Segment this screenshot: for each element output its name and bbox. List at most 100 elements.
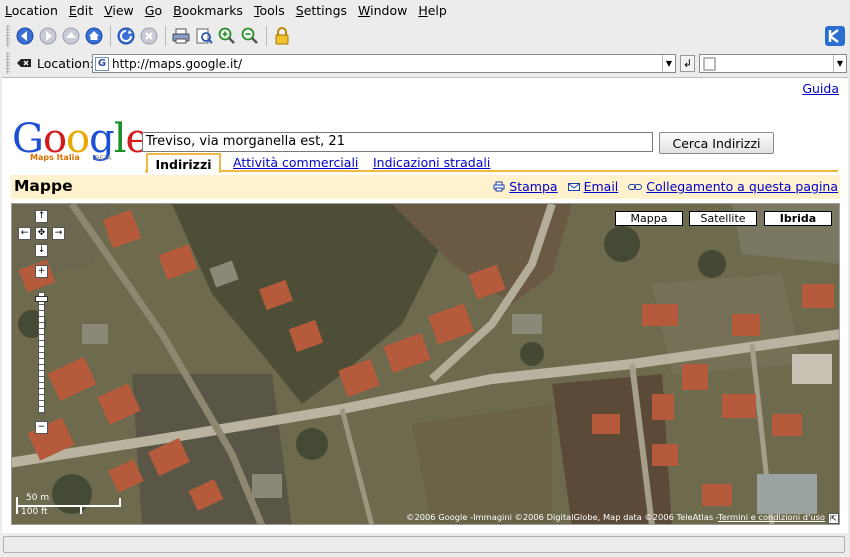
menu-help[interactable]: Help	[413, 0, 453, 22]
tab-addresses[interactable]: Indirizzi	[146, 153, 221, 173]
menu-bookmarks[interactable]: Bookmarks	[168, 0, 249, 22]
clear-location-icon[interactable]	[16, 56, 32, 70]
arrow-up-icon: ↑	[37, 211, 46, 221]
security-lock-icon	[275, 27, 289, 45]
web-page: Guida Google Maps Italia BETA Treviso, v…	[2, 77, 848, 533]
map-type-satellite-button[interactable]: Satellite	[689, 211, 757, 226]
go-button[interactable]: ↲	[680, 55, 695, 72]
map-view[interactable]: Mappa Satellite Ibrida ↑ ← ✥ → ↓ + − 50 …	[11, 203, 840, 525]
location-label-text: Location:	[37, 55, 95, 71]
logo-beta-badge: BETA	[95, 154, 112, 162]
menu-go[interactable]: Go	[140, 0, 168, 22]
pan-left-button[interactable]: ←	[18, 227, 31, 240]
reload-icon	[117, 27, 135, 45]
plus-icon: +	[37, 266, 46, 276]
chain-link-icon	[628, 183, 643, 190]
up-button[interactable]	[60, 25, 82, 47]
web-search-field[interactable]: ▼	[699, 54, 847, 73]
pan-down-button[interactable]: ↓	[35, 244, 48, 257]
menu-window[interactable]: Window	[353, 0, 413, 22]
arrow-right-icon: →	[54, 228, 63, 238]
search-address-button[interactable]: Cerca Indirizzi	[659, 132, 774, 154]
url-text[interactable]: http://maps.google.it/	[112, 57, 662, 71]
email-link[interactable]: Email	[567, 179, 619, 194]
zoom-out-button[interactable]	[239, 25, 261, 47]
menu-location[interactable]: Location	[0, 0, 64, 22]
terms-link[interactable]: Termini e condizioni d'uso	[718, 512, 825, 522]
scale-tick	[80, 506, 82, 514]
toolbar-grip[interactable]	[6, 52, 10, 74]
search-provider-icon	[703, 57, 716, 71]
print-preview-button[interactable]	[193, 25, 215, 47]
up-icon	[62, 27, 80, 45]
scale-tick	[16, 497, 18, 514]
logo-subtitle: Maps Italia	[30, 153, 80, 162]
back-button[interactable]	[14, 25, 36, 47]
menu-settings[interactable]: Settings	[291, 0, 353, 22]
arrow-down-icon: ↓	[37, 245, 46, 255]
chevron-down-icon: ▼	[836, 59, 844, 68]
pan-center-button[interactable]: ✥	[35, 227, 48, 240]
map-attribution: ©2006 Google -Immagini ©2006 DigitalGlob…	[406, 512, 825, 522]
toolbar-grip[interactable]	[6, 25, 10, 47]
map-scale: 50 m 100 ft	[16, 493, 126, 519]
menu-view[interactable]: View	[99, 0, 140, 22]
arrow-left-icon: ←	[20, 228, 29, 238]
home-icon	[85, 27, 103, 45]
toolbar-separator	[266, 26, 267, 46]
zoom-out-map-button[interactable]: −	[35, 421, 48, 434]
expand-corner-icon: ⇱	[830, 514, 837, 523]
zoom-slider-handle[interactable]	[35, 295, 48, 302]
stop-icon	[140, 27, 158, 45]
print-link[interactable]: Stampa	[493, 179, 558, 194]
tab-businesses[interactable]: Attività commerciali	[233, 155, 358, 170]
scale-imperial: 100 ft	[21, 507, 48, 517]
maps-actions: Stampa Email Collegamento a questa pagin…	[493, 179, 838, 194]
pan-up-button[interactable]: ↑	[35, 210, 48, 223]
reload-button[interactable]	[115, 25, 137, 47]
security-button[interactable]	[271, 25, 293, 47]
search-input[interactable]: Treviso, via morganella est, 21	[142, 132, 653, 152]
location-label: Location:	[16, 56, 94, 71]
page-link[interactable]: Collegamento a questa pagina	[628, 179, 838, 194]
menu-edit[interactable]: Edit	[64, 0, 99, 22]
page-link-label[interactable]: Collegamento a questa pagina	[646, 179, 838, 194]
zoom-in-map-button[interactable]: +	[35, 265, 48, 278]
home-button[interactable]	[83, 25, 105, 47]
pan-right-button[interactable]: →	[52, 227, 65, 240]
maps-header-bar: Mappe Stampa Email Collegamento a questa…	[11, 175, 840, 199]
print-link-label[interactable]: Stampa	[509, 179, 557, 194]
menu-tools[interactable]: Tools	[249, 0, 291, 22]
main-toolbar	[0, 22, 850, 50]
tab-directions[interactable]: Indicazioni stradali	[373, 155, 490, 170]
google-maps-logo[interactable]: Google Maps Italia BETA	[12, 119, 149, 164]
stop-button[interactable]	[138, 25, 160, 47]
toolbar-separator	[110, 26, 111, 46]
envelope-icon	[567, 182, 580, 191]
attribution-text: ©2006 Google -Immagini ©2006 DigitalGlob…	[406, 512, 719, 522]
url-field[interactable]: G http://maps.google.it/ ▼	[92, 54, 676, 73]
forward-icon	[39, 27, 57, 45]
minus-icon: −	[37, 422, 46, 432]
map-type-map-button[interactable]: Mappa	[615, 211, 683, 226]
zoom-in-button[interactable]	[216, 25, 238, 47]
overview-map-toggle[interactable]: ⇱	[828, 513, 839, 524]
back-icon	[16, 27, 34, 45]
kde-throbber	[824, 25, 846, 47]
zoom-slider[interactable]	[38, 292, 45, 414]
print-preview-icon	[196, 28, 213, 44]
email-link-label[interactable]: Email	[584, 179, 619, 194]
zoom-out-icon	[241, 27, 258, 44]
kde-logo-icon	[825, 26, 845, 46]
menu-bar: Location Edit View Go Bookmarks Tools Se…	[0, 0, 850, 22]
forward-button[interactable]	[37, 25, 59, 47]
print-button[interactable]	[170, 25, 192, 47]
search-tabs: Indirizzi Attività commerciali Indicazio…	[145, 153, 838, 173]
map-type-hybrid-button[interactable]: Ibrida	[764, 211, 832, 226]
search-provider-dropdown[interactable]: ▼	[833, 55, 846, 72]
help-link[interactable]: Guida	[802, 81, 839, 96]
url-history-dropdown[interactable]: ▼	[662, 55, 675, 72]
go-arrow-icon: ↲	[682, 57, 693, 70]
recenter-icon: ✥	[37, 228, 46, 238]
satellite-imagery[interactable]	[12, 204, 840, 525]
